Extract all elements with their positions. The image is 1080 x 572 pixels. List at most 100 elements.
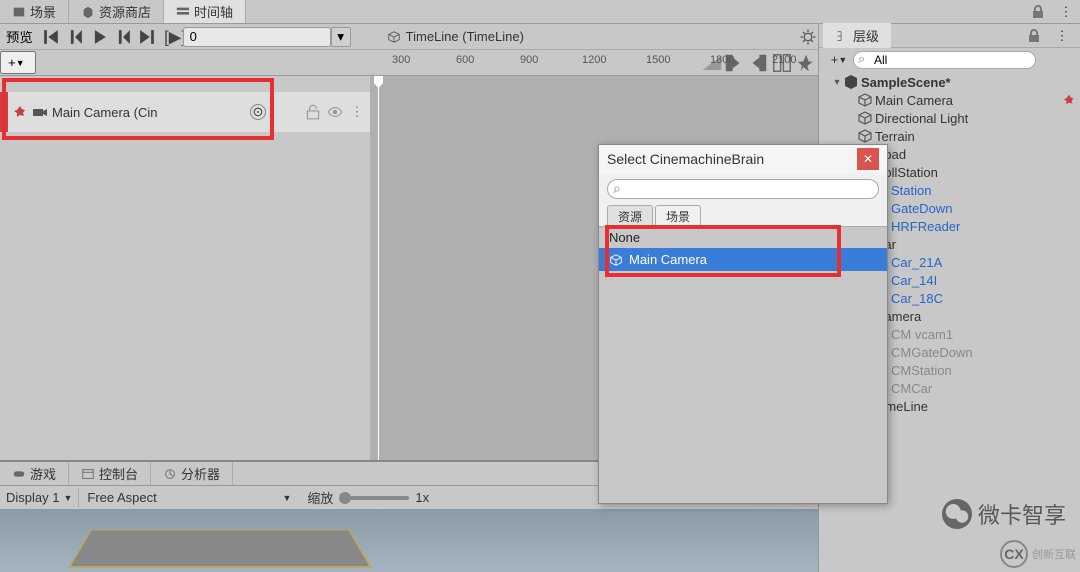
timeline-icon xyxy=(176,5,190,19)
top-tabs-bar: 场景 资源商店 时间轴 ⋮ xyxy=(0,0,1080,24)
tab-scene[interactable]: 场景 xyxy=(0,0,69,23)
popup-search-row xyxy=(599,173,887,205)
hierarchy-item-label: Station xyxy=(891,183,1076,198)
hierarchy-search-row: +▼ xyxy=(819,48,1080,71)
tab-console[interactable]: 控制台 xyxy=(69,462,151,485)
ruler-tick: 1200 xyxy=(582,54,606,66)
popup-close-button[interactable]: ✕ xyxy=(857,148,879,170)
hierarchy-item-label: Car_14I xyxy=(891,273,1076,288)
track-lock-icon[interactable] xyxy=(304,103,322,121)
chevron-down-icon: ▼ xyxy=(63,493,72,503)
play-button[interactable] xyxy=(87,26,111,48)
hierarchy-item-label: HRFReader xyxy=(891,219,1076,234)
console-icon xyxy=(81,467,95,481)
hierarchy-item-label: Car xyxy=(875,237,1076,252)
aspect-dropdown[interactable]: Free Aspect ▼ xyxy=(79,488,299,507)
ruler-tick: 2100 xyxy=(772,54,796,66)
hierarchy-add-button[interactable]: +▼ xyxy=(825,52,853,67)
hierarchy-item[interactable]: Terrain xyxy=(819,127,1080,145)
popup-tabs: 资源 场景 xyxy=(599,205,887,227)
zoom-slider-handle[interactable] xyxy=(339,492,351,504)
hierarchy-item-label: SampleScene* xyxy=(861,75,1076,90)
hierarchy-lock-icon[interactable] xyxy=(1026,28,1042,44)
add-track-button[interactable]: +▼ xyxy=(0,51,36,74)
hierarchy-item-label: Main Camera xyxy=(875,93,1062,108)
watermark: 微卡智享 xyxy=(942,498,1066,530)
play-range-button[interactable]: [▶] xyxy=(159,26,183,48)
hierarchy-item[interactable]: Directional Light xyxy=(819,109,1080,127)
track-color-bar xyxy=(0,92,8,132)
hierarchy-item-label: Car_18C xyxy=(891,291,1076,306)
hierarchy-item-label: CMStation xyxy=(891,363,1076,378)
game-view xyxy=(0,510,818,572)
hierarchy-item[interactable]: Main Camera xyxy=(819,91,1080,109)
ruler-tick: 900 xyxy=(520,54,538,66)
asset-store-icon xyxy=(81,5,95,19)
display-dropdown[interactable]: Display 1 ▼ xyxy=(0,488,79,507)
watermark-label: 微卡智享 xyxy=(978,498,1066,530)
settings-gear-icon[interactable] xyxy=(798,27,818,47)
cinemachine-badge-icon xyxy=(1062,93,1076,107)
popup-title-label: Select CinemachineBrain xyxy=(607,151,857,167)
prev-frame-button[interactable] xyxy=(63,26,87,48)
tab-hierarchy[interactable]: 层级 xyxy=(823,23,891,48)
popup-tab-scene[interactable]: 场景 xyxy=(655,205,701,226)
timeline-toolbar: 预览 [▶] ▾ TimeLine (TimeLine) xyxy=(0,24,818,50)
preview-button[interactable]: 预览 xyxy=(0,24,39,49)
tab-asset-store[interactable]: 资源商店 xyxy=(69,0,164,23)
hierarchy-item-label: CMGateDown xyxy=(891,345,1076,360)
timeline-ruler[interactable]: 300 600 900 1200 1500 1800 2100 xyxy=(370,50,818,76)
timeline-asset-name[interactable]: TimeLine (TimeLine) xyxy=(377,26,798,47)
cinemachine-track[interactable]: Main Camera (Cin ⊙ ⋮ xyxy=(0,92,370,132)
hierarchy-item-label: Road xyxy=(875,147,1076,162)
hierarchy-item-label: Directional Light xyxy=(875,111,1076,126)
hierarchy-item-label: GateDown xyxy=(891,201,1076,216)
tab-console-label: 控制台 xyxy=(99,464,138,483)
ruler-tick: 300 xyxy=(392,54,410,66)
tab-timeline-label: 时间轴 xyxy=(194,2,233,21)
hierarchy-search-input[interactable] xyxy=(853,51,1036,69)
panel-menu-icon[interactable]: ⋮ xyxy=(1058,4,1074,20)
game-road-graphic xyxy=(68,529,372,568)
frame-input[interactable] xyxy=(183,27,331,47)
popup-search-input[interactable] xyxy=(607,179,879,199)
playhead[interactable] xyxy=(378,76,379,460)
zoom-label: 缩放 xyxy=(307,488,333,507)
hierarchy-toggle-icon[interactable]: ▾ xyxy=(831,77,843,88)
zoom-slider[interactable] xyxy=(339,496,409,500)
hierarchy-item-label: Terrain xyxy=(875,129,1076,144)
lock-icon[interactable] xyxy=(1030,4,1046,20)
game-icon xyxy=(12,467,26,481)
popup-titlebar[interactable]: Select CinemachineBrain ✕ xyxy=(599,145,887,173)
track-visibility-icon[interactable] xyxy=(326,103,344,121)
hierarchy-item-label: TimeLine xyxy=(875,399,1076,414)
camera-icon xyxy=(32,104,48,120)
chevron-down-icon: ▼ xyxy=(282,493,291,503)
hierarchy-menu-icon[interactable]: ⋮ xyxy=(1054,28,1070,44)
go-start-button[interactable] xyxy=(39,26,63,48)
frame-dropdown[interactable]: ▾ xyxy=(331,27,351,47)
hierarchy-item[interactable]: ▾ SampleScene* xyxy=(819,73,1080,91)
go-end-button[interactable] xyxy=(135,26,159,48)
tab-timeline[interactable]: 时间轴 xyxy=(164,0,246,23)
popup-item-none[interactable]: None xyxy=(599,227,887,248)
popup-item-main-camera[interactable]: Main Camera xyxy=(599,248,887,271)
cube-icon xyxy=(857,110,873,126)
cube-icon xyxy=(857,92,873,108)
tab-game-label: 游戏 xyxy=(30,464,56,483)
object-picker-icon[interactable]: ⊙ xyxy=(250,104,266,120)
zoom-value: 1x xyxy=(415,490,429,505)
track-menu-icon[interactable]: ⋮ xyxy=(348,103,366,121)
display-label: Display 1 xyxy=(6,490,59,505)
cinemachine-icon xyxy=(12,104,28,120)
popup-tab-assets[interactable]: 资源 xyxy=(607,205,653,226)
tab-game[interactable]: 游戏 xyxy=(0,462,69,485)
tab-profiler[interactable]: 分析器 xyxy=(151,462,233,485)
tab-asset-store-label: 资源商店 xyxy=(99,2,151,21)
timeline-tracks-panel: Main Camera (Cin ⊙ ⋮ xyxy=(0,76,370,460)
popup-list: None Main Camera xyxy=(599,227,887,503)
cube-icon xyxy=(387,30,401,44)
unity-icon xyxy=(843,74,859,90)
next-frame-button[interactable] xyxy=(111,26,135,48)
hierarchy-icon xyxy=(835,29,849,43)
